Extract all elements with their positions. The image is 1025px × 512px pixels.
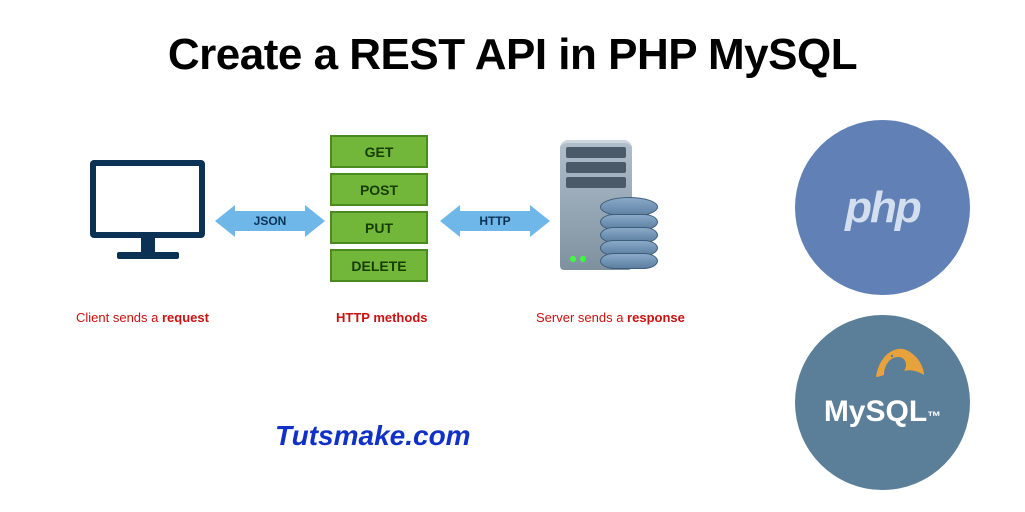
http-arrow-label: HTTP	[477, 214, 512, 228]
php-logo-icon: php	[795, 120, 970, 295]
http-arrow: HTTP	[440, 205, 550, 237]
server-icon	[560, 140, 632, 270]
caption-server: Server sends a response	[536, 310, 685, 325]
mysql-logo-text: MySQL™	[824, 395, 941, 429]
method-get: GET	[330, 135, 428, 168]
client-monitor-icon	[90, 160, 205, 259]
method-post: POST	[330, 173, 428, 206]
page-title: Create a REST API in PHP MySQL	[0, 30, 1025, 80]
rest-api-diagram: JSON GET POST PUT DELETE HTTP Cli	[70, 135, 710, 355]
caption-methods: HTTP methods	[336, 310, 428, 325]
brand-watermark: Tutsmake.com	[275, 420, 471, 452]
json-arrow-label: JSON	[252, 214, 289, 228]
mysql-dolphin-icon	[874, 345, 926, 381]
http-methods-stack: GET POST PUT DELETE	[330, 135, 428, 282]
method-put: PUT	[330, 211, 428, 244]
json-arrow: JSON	[215, 205, 325, 237]
database-icon	[600, 200, 658, 269]
mysql-logo-icon: MySQL™	[795, 315, 970, 490]
caption-client: Client sends a request	[76, 310, 209, 325]
method-delete: DELETE	[330, 249, 428, 282]
php-logo-text: php	[845, 183, 920, 233]
